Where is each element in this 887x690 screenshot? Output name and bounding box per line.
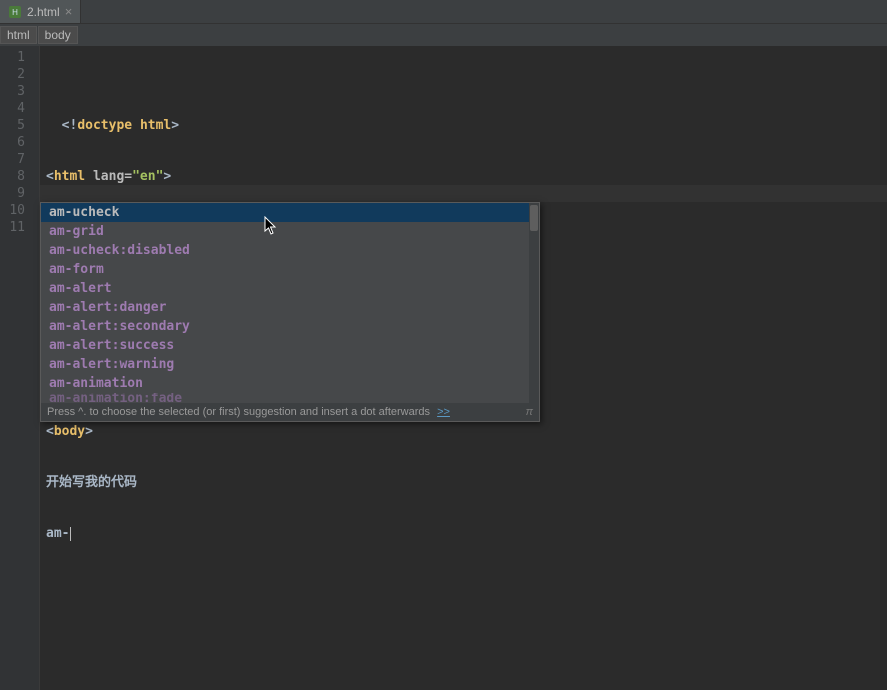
autocomplete-item[interactable]: am-alert: [41, 279, 539, 298]
autocomplete-hint: Press ^. to choose the selected (or firs…: [41, 403, 539, 421]
breadcrumb-item[interactable]: html: [0, 26, 37, 44]
line-number: 5: [0, 117, 39, 134]
autocomplete-item[interactable]: am-grid: [41, 222, 539, 241]
autocomplete-item[interactable]: am-alert:secondary: [41, 317, 539, 336]
scrollbar[interactable]: [529, 203, 539, 403]
tab-bar: H 2.html ×: [0, 0, 887, 24]
line-number: 9: [0, 185, 39, 202]
hint-link[interactable]: >>: [437, 406, 450, 418]
hint-text: Press ^. to choose the selected (or firs…: [47, 406, 430, 418]
autocomplete-item[interactable]: am-form: [41, 260, 539, 279]
line-number-gutter: 1234567891011: [0, 46, 40, 690]
line-number: 2: [0, 66, 39, 83]
line-number: 8: [0, 168, 39, 185]
autocomplete-item[interactable]: am-alert:danger: [41, 298, 539, 317]
autocomplete-item[interactable]: am-ucheck: [41, 203, 539, 222]
autocomplete-item[interactable]: am-animation:fade: [41, 393, 539, 403]
tab-filename: 2.html: [27, 5, 60, 19]
scrollbar-thumb[interactable]: [530, 205, 538, 231]
file-tab[interactable]: H 2.html ×: [0, 0, 81, 23]
pi-icon[interactable]: π: [526, 406, 533, 418]
line-number: 6: [0, 134, 39, 151]
editor[interactable]: 1234567891011 <!doctype html> <html lang…: [0, 46, 887, 690]
line-number: 7: [0, 151, 39, 168]
autocomplete-list: am-ucheckam-gridam-ucheck:disabledam-for…: [41, 203, 539, 403]
close-icon[interactable]: ×: [65, 4, 73, 19]
autocomplete-item[interactable]: am-animation: [41, 374, 539, 393]
html-file-icon: H: [8, 5, 22, 19]
line-number: 1: [0, 49, 39, 66]
line-number: 11: [0, 219, 39, 236]
autocomplete-item[interactable]: am-ucheck:disabled: [41, 241, 539, 260]
line-number: 4: [0, 100, 39, 117]
autocomplete-item[interactable]: am-alert:warning: [41, 355, 539, 374]
autocomplete-popup: am-ucheckam-gridam-ucheck:disabledam-for…: [40, 202, 540, 422]
breadcrumb: html body: [0, 24, 887, 46]
line-number: 10: [0, 202, 39, 219]
text-caret: [70, 527, 71, 541]
autocomplete-item[interactable]: am-alert:success: [41, 336, 539, 355]
breadcrumb-item[interactable]: body: [38, 26, 78, 44]
svg-text:H: H: [12, 8, 18, 17]
line-number: 3: [0, 83, 39, 100]
